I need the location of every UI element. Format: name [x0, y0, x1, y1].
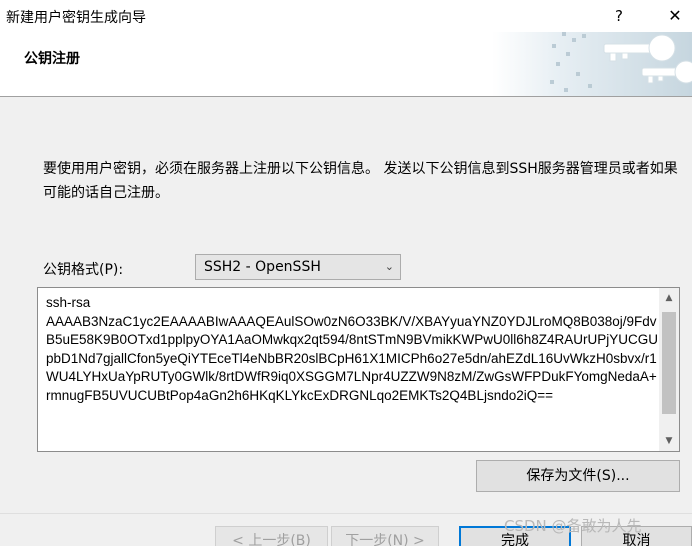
save-to-file-button[interactable]: 保存为文件(S)... [476, 460, 680, 492]
public-key-text: ssh-rsa AAAAB3NzaC1yc2EAAAABIwAAAQEAulSO… [46, 295, 658, 403]
key-format-value: SSH2 - OpenSSH [204, 259, 321, 275]
back-button[interactable]: < 上一步(B) [215, 526, 328, 546]
public-key-textarea[interactable]: ssh-rsa AAAAB3NzaC1yc2EAAAABIwAAAQEAulSO… [37, 287, 680, 452]
next-button[interactable]: 下一步(N) > [331, 526, 439, 546]
title-bar: 新建用户密钥生成向导 ? ✕ [0, 0, 692, 32]
scroll-up-icon[interactable]: ▲ [659, 290, 679, 306]
instructions-text: 要使用用户密钥，必须在服务器上注册以下公钥信息。 发送以下公钥信息到SSH服务器… [43, 161, 678, 201]
help-button[interactable]: ? [604, 4, 634, 28]
window-title: 新建用户密钥生成向导 [6, 10, 146, 26]
key-format-select[interactable]: SSH2 - OpenSSH ⌄ [195, 254, 401, 280]
content-panel: 要使用用户密钥，必须在服务器上注册以下公钥信息。 发送以下公钥信息到SSH服务器… [0, 97, 692, 513]
scroll-thumb[interactable] [662, 312, 676, 414]
scroll-down-icon[interactable]: ▼ [659, 433, 679, 449]
close-button[interactable]: ✕ [660, 4, 690, 28]
page-title: 公钥注册 [24, 51, 80, 67]
watermark-text: CSDN @备敢为人先 [504, 517, 642, 535]
vertical-scrollbar[interactable]: ▲ ▼ [659, 288, 679, 451]
key-format-label: 公钥格式(P): [43, 262, 124, 278]
key-banner-icon [492, 32, 692, 96]
chevron-down-icon: ⌄ [384, 260, 394, 273]
wizard-header: 公钥注册 [0, 32, 692, 97]
